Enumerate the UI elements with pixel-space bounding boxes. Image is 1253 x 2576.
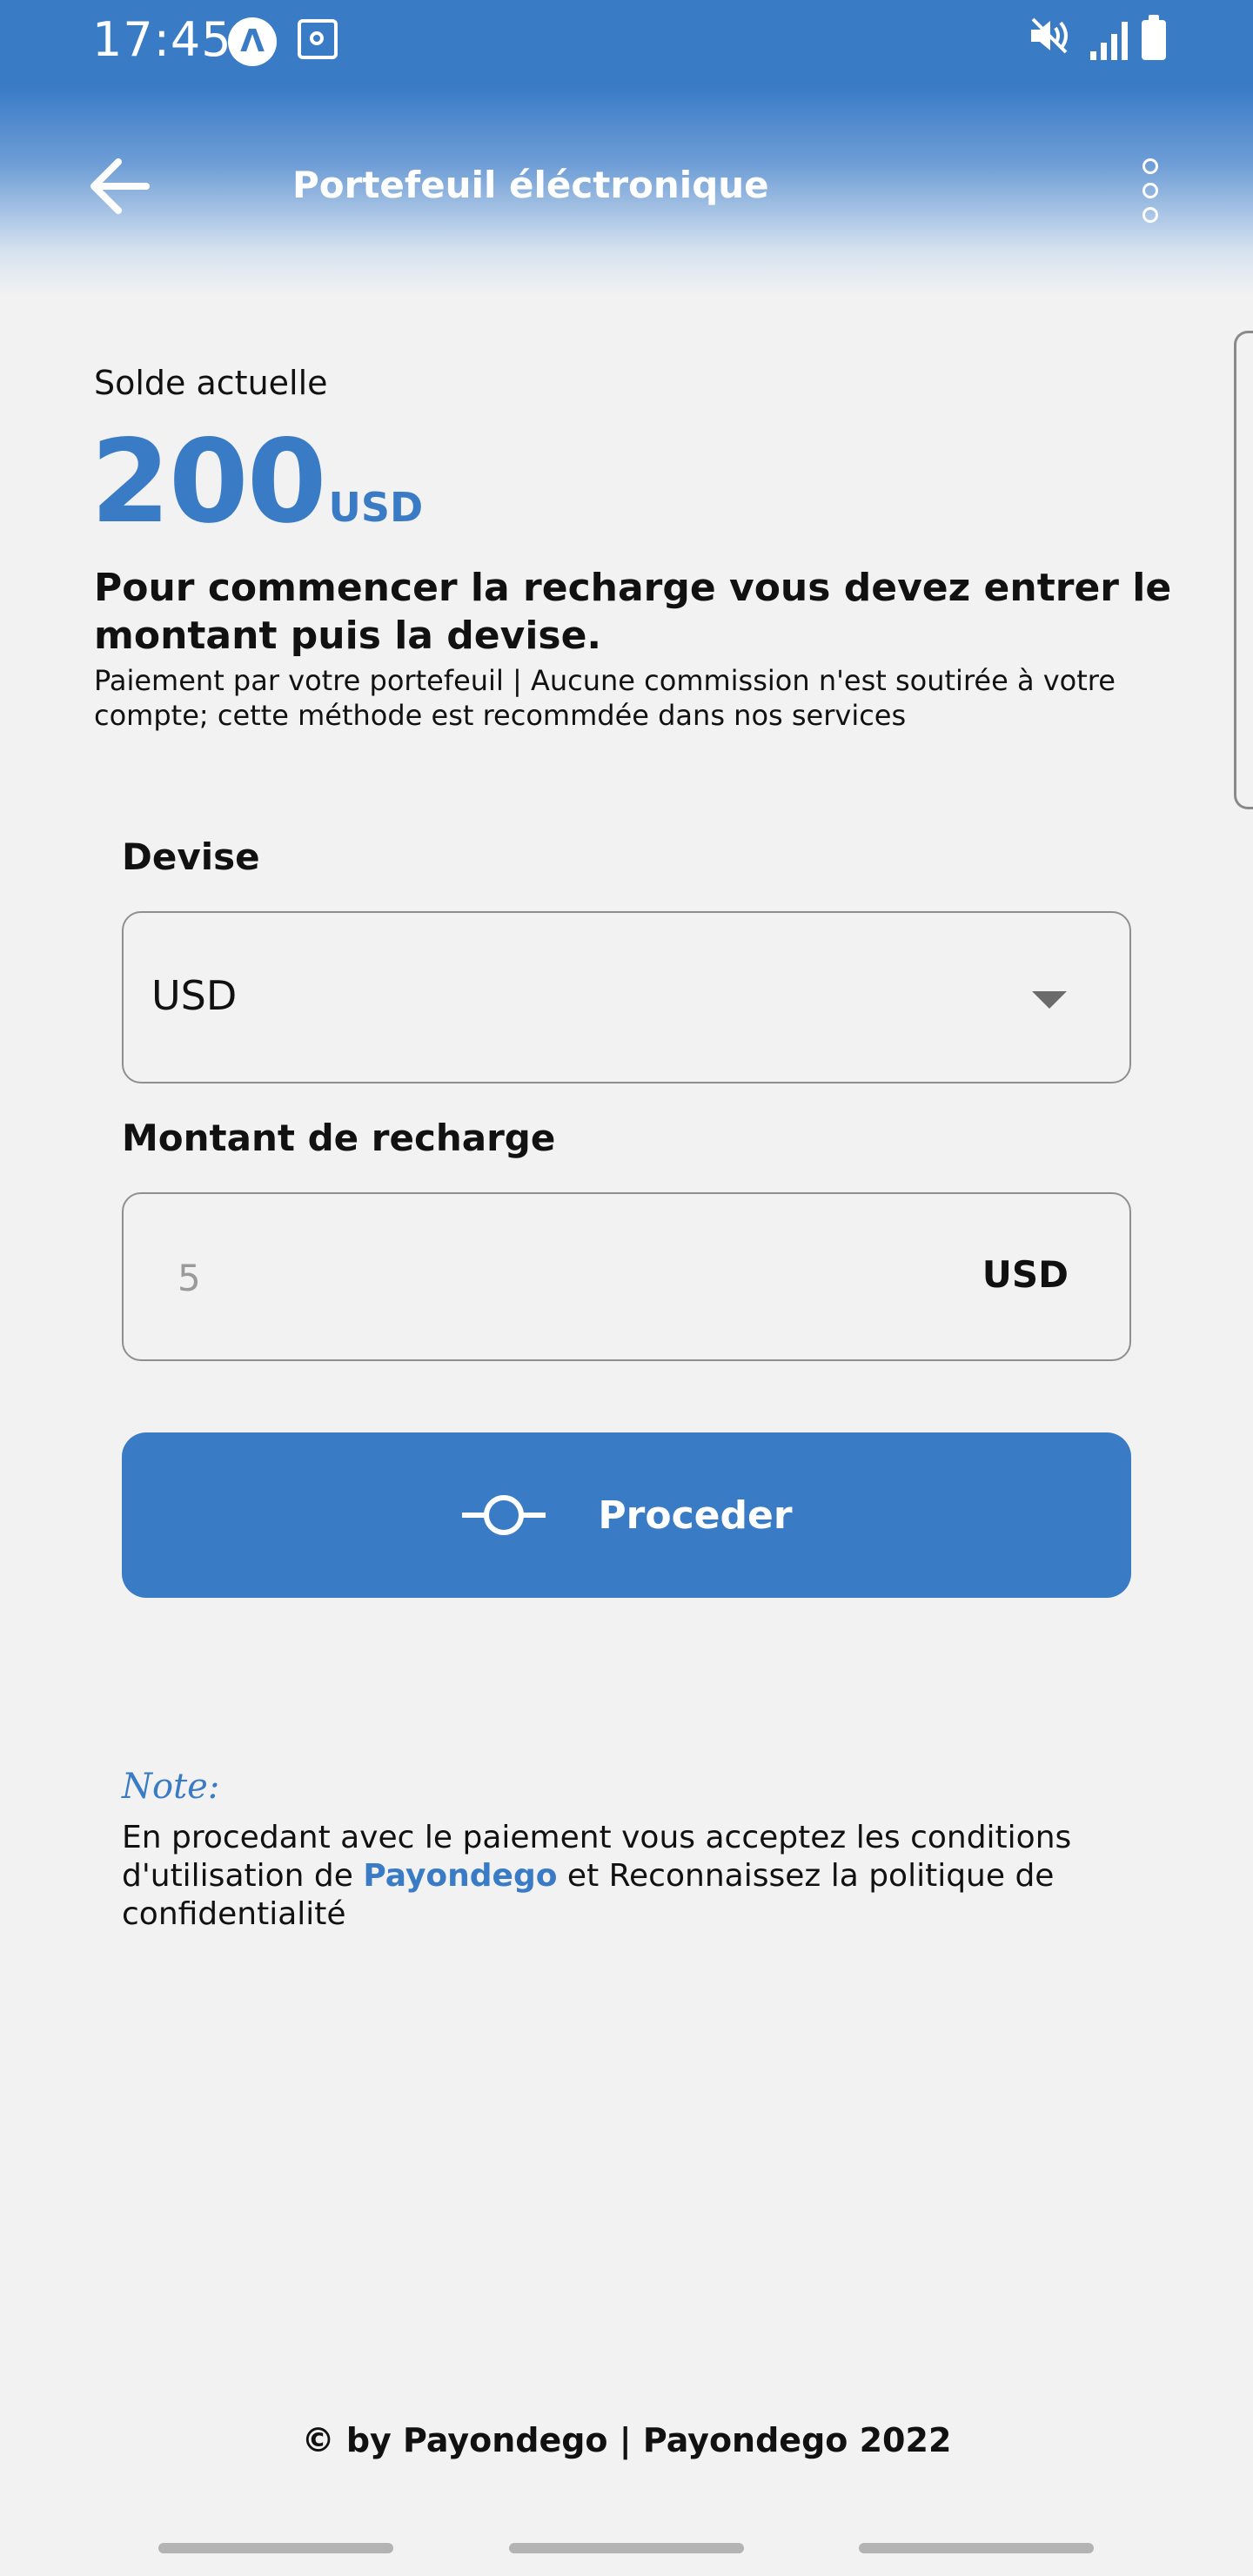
amount-field[interactable]: USD: [122, 1192, 1131, 1361]
back-button[interactable]: [84, 148, 162, 226]
note-title: Note:: [122, 1767, 220, 1807]
amount-input[interactable]: [176, 1248, 875, 1307]
amount-currency-suffix: USD: [982, 1253, 1069, 1296]
battery-icon: [1142, 15, 1166, 60]
instruction-subtitle: Paiement par votre portefeuil | Aucune c…: [94, 664, 1116, 732]
status-time: 17:45: [92, 12, 232, 67]
safe-icon: [298, 19, 338, 59]
currency-label: Devise: [122, 835, 260, 878]
footer-copyright: © by Payondego | Payondego 2022: [301, 2421, 952, 2459]
mute-icon: [1028, 16, 1076, 65]
balance-amount: 200: [90, 415, 327, 549]
page-title: Portefeuil éléctronique: [292, 164, 769, 206]
more-vert-icon: [1142, 158, 1158, 174]
currency-select[interactable]: USD: [122, 911, 1131, 1083]
proceed-button-label: Proceder: [598, 1493, 793, 1538]
notification-a-icon: Λ: [228, 17, 277, 66]
edge-panel-handle[interactable]: [1234, 331, 1253, 809]
currency-select-value: USD: [151, 972, 238, 1019]
amount-label: Montant de recharge: [122, 1117, 556, 1159]
status-icons: [1028, 14, 1166, 66]
proceed-button[interactable]: Proceder: [122, 1432, 1131, 1598]
nav-home-hint[interactable]: [509, 2543, 744, 2553]
balance-label: Solde actuelle: [94, 364, 328, 402]
instruction-title: Pour commencer la recharge vous devez en…: [94, 566, 1172, 658]
arrow-left-icon: [90, 158, 150, 214]
balance-display: 200 USD: [90, 425, 423, 540]
dropdown-arrow-icon: [1032, 991, 1067, 1009]
nav-recents-hint[interactable]: [158, 2543, 393, 2553]
commit-icon: [460, 1489, 547, 1541]
payondego-link[interactable]: Payondego: [363, 1858, 557, 1894]
more-options-button[interactable]: [1131, 153, 1169, 223]
balance-currency: USD: [328, 484, 424, 531]
terms-note: En procedant avec le paiement vous accep…: [122, 1819, 1131, 1934]
nav-back-hint[interactable]: [859, 2543, 1094, 2553]
signal-icon: [1090, 20, 1128, 60]
